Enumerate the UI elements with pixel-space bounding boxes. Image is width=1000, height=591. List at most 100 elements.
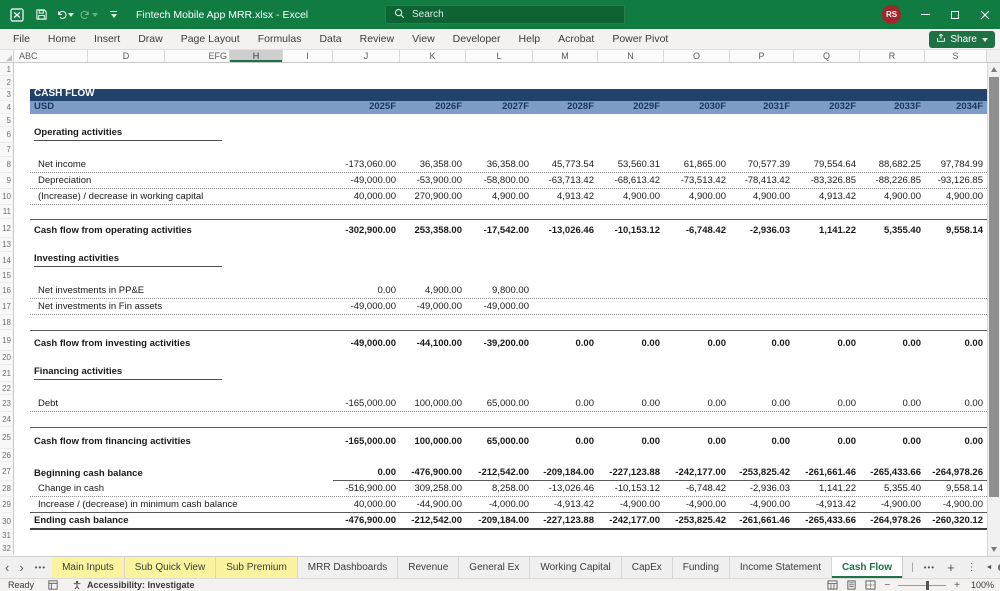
row-label[interactable] [30, 542, 333, 555]
cell[interactable]: -53,900.00 [400, 173, 466, 188]
zoom-in-icon[interactable]: + [954, 580, 960, 591]
cell[interactable]: -6,748.42 [664, 481, 730, 496]
page-layout-view-icon[interactable] [846, 580, 857, 590]
cell[interactable]: 1,141.22 [794, 220, 860, 238]
row-number[interactable]: 8 [0, 157, 14, 173]
row-number[interactable]: 10 [0, 189, 14, 205]
sheet-tab-income-statement[interactable]: Income Statement [730, 557, 833, 578]
vertical-scrollbar[interactable] [987, 63, 1000, 556]
cell[interactable]: -173,060.00 [333, 157, 400, 172]
column-header-s[interactable]: S [925, 50, 987, 62]
row-number[interactable]: 30 [0, 513, 14, 530]
cell[interactable]: -10,153.12 [598, 481, 664, 496]
cell[interactable]: -260,320.12 [925, 513, 987, 528]
row-label[interactable] [30, 205, 333, 219]
row-label[interactable]: CASH FLOW [30, 89, 333, 101]
cell[interactable]: -227,123.88 [533, 513, 598, 528]
qat-customize-icon[interactable] [104, 6, 122, 24]
cell[interactable]: 0.00 [794, 395, 860, 411]
cell[interactable]: 4,900.00 [730, 189, 794, 204]
empty-cells[interactable] [333, 269, 987, 283]
cell[interactable]: 0.00 [664, 395, 730, 411]
cell[interactable]: -49,000.00 [400, 299, 466, 314]
normal-view-icon[interactable] [827, 580, 838, 590]
row-label[interactable]: USD [30, 101, 333, 114]
cell[interactable]: -4,900.00 [860, 497, 925, 512]
row-label[interactable]: Ending cash balance [30, 513, 333, 528]
cell[interactable]: 9,558.14 [925, 481, 987, 496]
cell[interactable]: 53,560.31 [598, 157, 664, 172]
row-number[interactable]: 14 [0, 252, 14, 269]
ribbon-tab-page-layout[interactable]: Page Layout [172, 33, 249, 45]
cell[interactable]: -78,413.42 [730, 173, 794, 188]
sheet-tab-main-inputs[interactable]: Main Inputs [52, 557, 125, 578]
row-label[interactable]: (Increase) / decrease in working capital [30, 189, 333, 204]
row-number[interactable]: 13 [0, 238, 14, 252]
cell[interactable]: -49,000.00 [466, 299, 533, 314]
cell[interactable]: 45,773.54 [533, 157, 598, 172]
cell[interactable]: -261,661.46 [794, 462, 860, 480]
empty-cells[interactable] [333, 449, 987, 462]
row-label[interactable] [30, 530, 333, 542]
cell[interactable]: 2026F [400, 101, 466, 114]
cell[interactable]: 270,900.00 [400, 189, 466, 204]
select-all-corner[interactable] [0, 50, 14, 62]
row-label[interactable] [30, 63, 333, 76]
cell[interactable]: 0.00 [730, 395, 794, 411]
row-number[interactable]: 4 [0, 101, 14, 114]
row-label[interactable]: Debt [30, 395, 333, 411]
row-number[interactable]: 11 [0, 205, 14, 219]
column-header-j[interactable]: J [333, 50, 400, 62]
cell[interactable]: 4,913.42 [533, 189, 598, 204]
cell[interactable]: 100,000.00 [400, 428, 466, 449]
empty-cells[interactable] [333, 143, 987, 157]
new-sheet-button[interactable]: + [941, 557, 961, 578]
cell[interactable]: 2028F [533, 101, 598, 114]
column-header-o[interactable]: O [664, 50, 730, 62]
row-label[interactable] [30, 449, 333, 462]
scroll-down-icon[interactable] [988, 543, 1000, 556]
redo-icon[interactable] [80, 6, 98, 24]
cell[interactable]: -13,026.46 [533, 220, 598, 238]
cell[interactable]: -265,433.66 [794, 513, 860, 528]
accessibility-status[interactable]: Accessibility: Investigate [87, 580, 195, 590]
row-number[interactable]: 23 [0, 395, 14, 412]
cell[interactable]: -6,748.42 [664, 220, 730, 238]
scroll-left-icon[interactable]: ◄ [983, 564, 996, 571]
zoom-slider[interactable] [898, 580, 947, 590]
cell[interactable]: -93,126.85 [925, 173, 987, 188]
cell[interactable]: 0.00 [860, 428, 925, 449]
row-label[interactable]: Cash flow from investing activities [30, 331, 333, 351]
cell[interactable]: 88,682.25 [860, 157, 925, 172]
cell[interactable]: 0.00 [925, 428, 987, 449]
zoom-out-icon[interactable]: − [884, 580, 890, 591]
ribbon-tab-acrobat[interactable]: Acrobat [549, 33, 603, 45]
cell[interactable]: 2029F [598, 101, 664, 114]
cell[interactable]: 9,558.14 [925, 220, 987, 238]
cell[interactable]: -212,542.00 [400, 513, 466, 528]
empty-cells[interactable] [333, 89, 987, 101]
cell[interactable] [860, 299, 925, 314]
cell[interactable]: -253,825.42 [730, 462, 794, 480]
cell[interactable] [730, 299, 794, 314]
cell[interactable]: 8,258.00 [466, 481, 533, 496]
row-label[interactable]: Net investments in Fin assets [30, 299, 333, 314]
empty-cells[interactable] [333, 252, 987, 269]
cell[interactable]: -476,900.00 [333, 513, 400, 528]
close-button[interactable] [970, 0, 1000, 29]
row-label[interactable] [30, 269, 333, 283]
cell[interactable]: 36,358.00 [466, 157, 533, 172]
avatar[interactable]: RS [882, 5, 901, 24]
cell[interactable]: -227,123.88 [598, 462, 664, 480]
cell[interactable]: 0.00 [925, 395, 987, 411]
cell[interactable]: 4,900.00 [466, 189, 533, 204]
cell[interactable]: -88,226.85 [860, 173, 925, 188]
cell[interactable]: 0.00 [794, 428, 860, 449]
cell[interactable]: -242,177.00 [598, 513, 664, 528]
row-label[interactable]: Change in cash [30, 481, 333, 496]
row-number[interactable]: 31 [0, 530, 14, 542]
empty-cells[interactable] [333, 238, 987, 252]
row-number[interactable]: 7 [0, 143, 14, 157]
cell[interactable]: 0.00 [598, 331, 664, 351]
row-number[interactable]: 15 [0, 269, 14, 283]
